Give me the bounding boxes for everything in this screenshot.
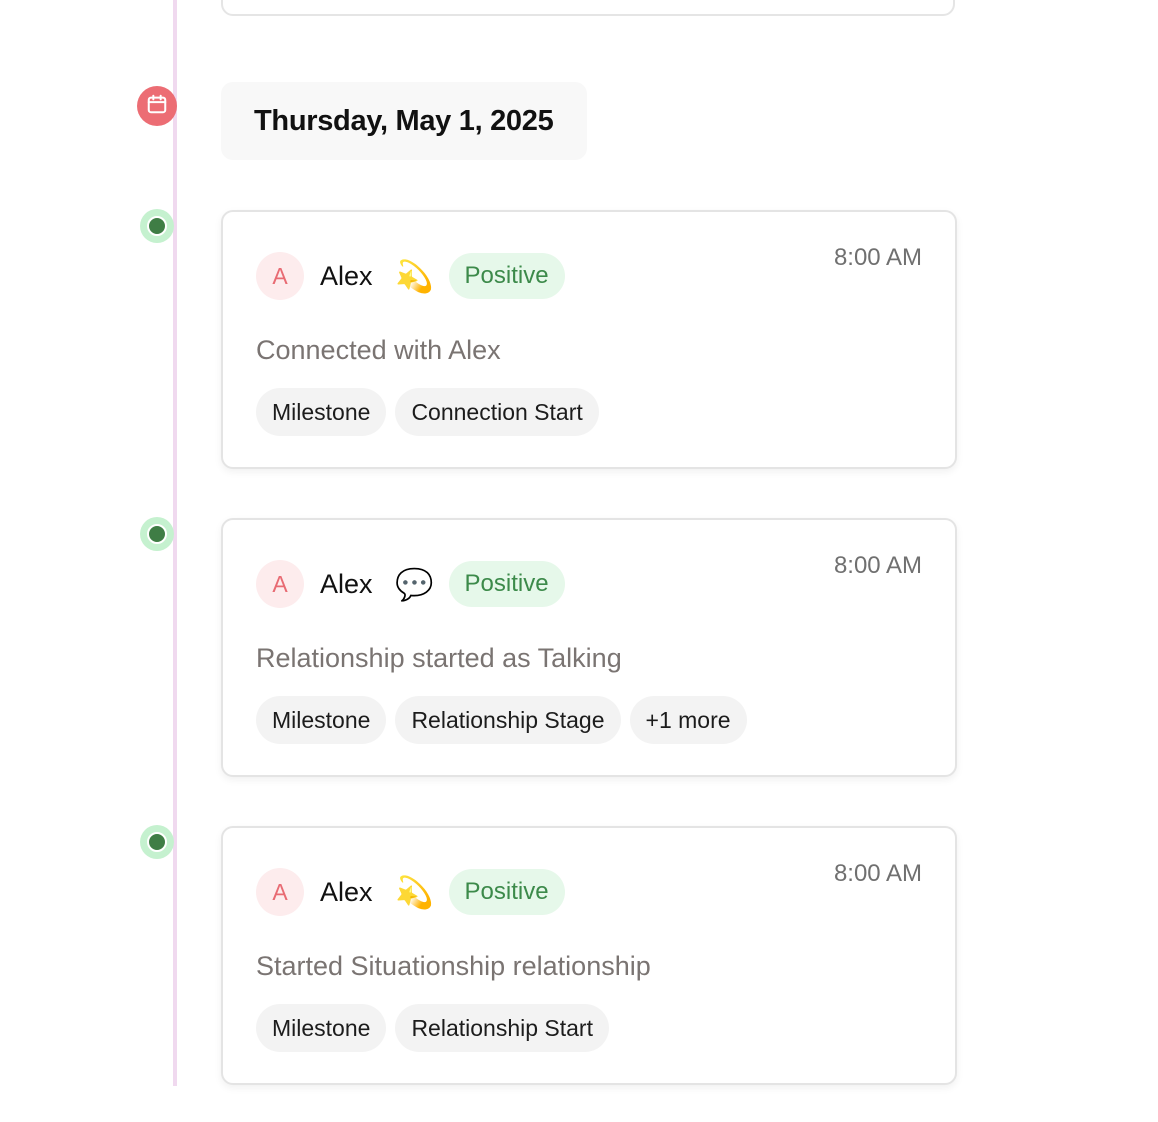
avatar: A (256, 868, 304, 916)
sentiment-badge: Positive (448, 869, 565, 915)
tag-chip[interactable]: Connection Start (395, 388, 599, 436)
avatar: A (256, 560, 304, 608)
entry-header: A Alex 💫 Positive (256, 868, 565, 916)
dizzy-star-icon: 💫 (395, 874, 434, 911)
tag-chip[interactable]: Relationship Start (395, 1004, 609, 1052)
entry-time: 8:00 AM (833, 860, 922, 887)
tag-list: Milestone Relationship Start (256, 1004, 609, 1052)
tag-chip[interactable]: Milestone (256, 388, 387, 436)
tag-chip[interactable]: Milestone (256, 696, 387, 744)
entry-description: Connected with Alex (256, 335, 501, 365)
dizzy-star-icon: 💫 (395, 258, 434, 295)
sentiment-badge: Positive (448, 253, 565, 299)
timeline-entry-card[interactable]: A Alex 💬 Positive 8:00 AM Relationship s… (221, 518, 957, 777)
entry-header: A Alex 💬 Positive (256, 560, 565, 608)
tag-chip[interactable]: Milestone (256, 1004, 387, 1052)
entry-time: 8:00 AM (833, 244, 922, 271)
timeline-line (173, 0, 177, 1086)
tag-list: Milestone Connection Start (256, 388, 599, 436)
timeline-page: Thursday, May 1, 2025 A Alex 💫 Positive … (0, 0, 1158, 1122)
date-header: Thursday, May 1, 2025 (221, 82, 587, 160)
avatar: A (256, 252, 304, 300)
timeline-entry-card[interactable]: A Alex 💫 Positive 8:00 AM Connected with… (221, 210, 957, 469)
entry-description: Started Situationship relationship (256, 951, 651, 981)
timeline-dot (140, 209, 174, 243)
timeline-dot (140, 825, 174, 859)
entry-time: 8:00 AM (833, 552, 922, 579)
previous-entry-card[interactable] (221, 0, 955, 16)
author-name: Alex (320, 260, 373, 291)
author-name: Alex (320, 876, 373, 907)
timeline-dot (140, 517, 174, 551)
date-marker (137, 86, 177, 126)
tag-list: Milestone Relationship Stage +1 more (256, 696, 747, 744)
tag-chip[interactable]: Relationship Stage (395, 696, 621, 744)
speech-bubble-icon: 💬 (395, 566, 434, 603)
entry-description: Relationship started as Talking (256, 643, 622, 673)
timeline-entry-card[interactable]: A Alex 💫 Positive 8:00 AM Started Situat… (221, 826, 957, 1085)
calendar-icon (146, 93, 168, 120)
more-tags-button[interactable]: +1 more (629, 696, 747, 744)
entry-header: A Alex 💫 Positive (256, 252, 565, 300)
sentiment-badge: Positive (448, 561, 565, 607)
author-name: Alex (320, 568, 373, 599)
